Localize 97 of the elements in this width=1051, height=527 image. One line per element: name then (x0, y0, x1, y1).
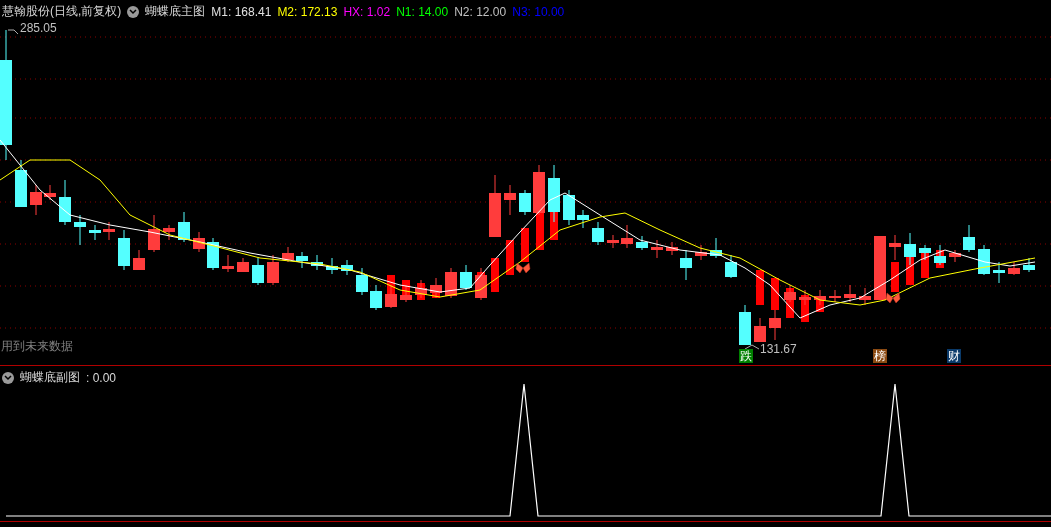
candlestick (725, 254, 737, 279)
candlestick (874, 235, 886, 301)
candlestick (504, 184, 516, 216)
candlestick (666, 241, 678, 256)
candlestick (904, 232, 916, 266)
candlestick (118, 229, 130, 271)
candlestick (949, 249, 961, 263)
sub-indicator-value: : 0.00 (86, 370, 117, 385)
signal-bar (521, 228, 529, 262)
signal-bar (506, 240, 514, 275)
candlestick (356, 267, 368, 296)
candlestick (814, 289, 826, 306)
signal-bar (771, 278, 779, 310)
candlestick (651, 239, 663, 259)
candlestick (710, 237, 722, 259)
candlestick (680, 249, 692, 281)
event-marker[interactable]: 跌 (739, 349, 753, 363)
candlestick (489, 174, 501, 238)
candlestick (993, 261, 1005, 284)
candlestick (163, 224, 175, 241)
candlestick (341, 259, 353, 276)
event-marker[interactable]: 榜 (873, 349, 887, 363)
signal-bar (756, 270, 764, 305)
indicator-name: 蝴蝶底主图 (145, 3, 206, 20)
indicator-value: N3: 10.00 (512, 4, 565, 19)
candlestick (636, 235, 648, 251)
candlestick (475, 267, 487, 301)
candlestick (148, 214, 160, 253)
signal-bar (906, 255, 914, 285)
candlestick (370, 284, 382, 311)
candlestick (829, 289, 841, 303)
leader-line (744, 344, 760, 350)
indicator-value: M1: 168.41 (211, 4, 272, 19)
candlestick (282, 246, 294, 263)
candlestick (311, 254, 323, 271)
candlestick (267, 254, 279, 286)
butterfly-icon (515, 262, 531, 274)
candlestick (74, 214, 86, 246)
candlestick (207, 237, 219, 271)
candlestick (592, 221, 604, 246)
candlestick (103, 221, 115, 241)
candlestick (326, 257, 338, 275)
candlestick (460, 264, 472, 291)
candlestick (89, 224, 101, 241)
leader-line (7, 29, 19, 35)
candlestick (754, 317, 766, 343)
candlestick (577, 209, 589, 229)
indicator-value: N2: 12.00 (454, 4, 507, 19)
event-marker[interactable]: 财 (947, 349, 961, 363)
candlestick (889, 234, 901, 261)
candlestick (59, 179, 71, 226)
candlestick (44, 184, 56, 201)
butterfly-icon (885, 292, 901, 304)
candlestick (844, 284, 856, 303)
signal-bar (491, 258, 499, 292)
candlestick (607, 234, 619, 249)
dropdown-icon[interactable] (127, 5, 140, 18)
candlestick (252, 257, 264, 286)
high-price-label: 285.05 (20, 21, 57, 35)
candlestick (222, 254, 234, 273)
indicator-value: M2: 172.13 (277, 4, 338, 19)
indicator-value: N1: 14.00 (396, 4, 449, 19)
candlestick (695, 244, 707, 261)
signal-bar (891, 262, 899, 292)
candlestick (859, 287, 871, 306)
candlestick (963, 224, 975, 253)
candlestick (296, 251, 308, 269)
candlestick (430, 277, 442, 299)
candlestick (519, 189, 531, 216)
sub-indicator-name: 蝴蝶底副图 (20, 369, 80, 386)
warning-note: 用到未来数据 (1, 338, 73, 355)
candlestick (193, 231, 205, 253)
candlestick (415, 279, 427, 299)
candlestick (385, 284, 397, 309)
candlestick (621, 224, 633, 249)
candlestick (548, 164, 560, 223)
candlestick (15, 159, 27, 208)
dropdown-icon[interactable] (2, 371, 14, 384)
stock-title: 慧翰股份(日线,前复权) (2, 3, 122, 20)
indicator-value: HX: 1.02 (343, 4, 391, 19)
candlestick (1023, 257, 1035, 273)
candlestick (30, 184, 42, 216)
candlestick (563, 189, 575, 226)
candlestick (799, 289, 811, 306)
candlestick (178, 211, 190, 243)
candlestick (769, 309, 781, 341)
candlestick (533, 164, 545, 216)
candlestick (237, 257, 249, 273)
candlestick (1008, 261, 1020, 276)
candlestick (133, 249, 145, 271)
candlestick (919, 244, 931, 261)
candlestick (400, 284, 412, 303)
low-price-label: 131.67 (760, 342, 797, 356)
candlestick (978, 244, 990, 276)
candlestick (784, 284, 796, 303)
candlestick (739, 304, 751, 346)
candlestick (934, 244, 946, 266)
